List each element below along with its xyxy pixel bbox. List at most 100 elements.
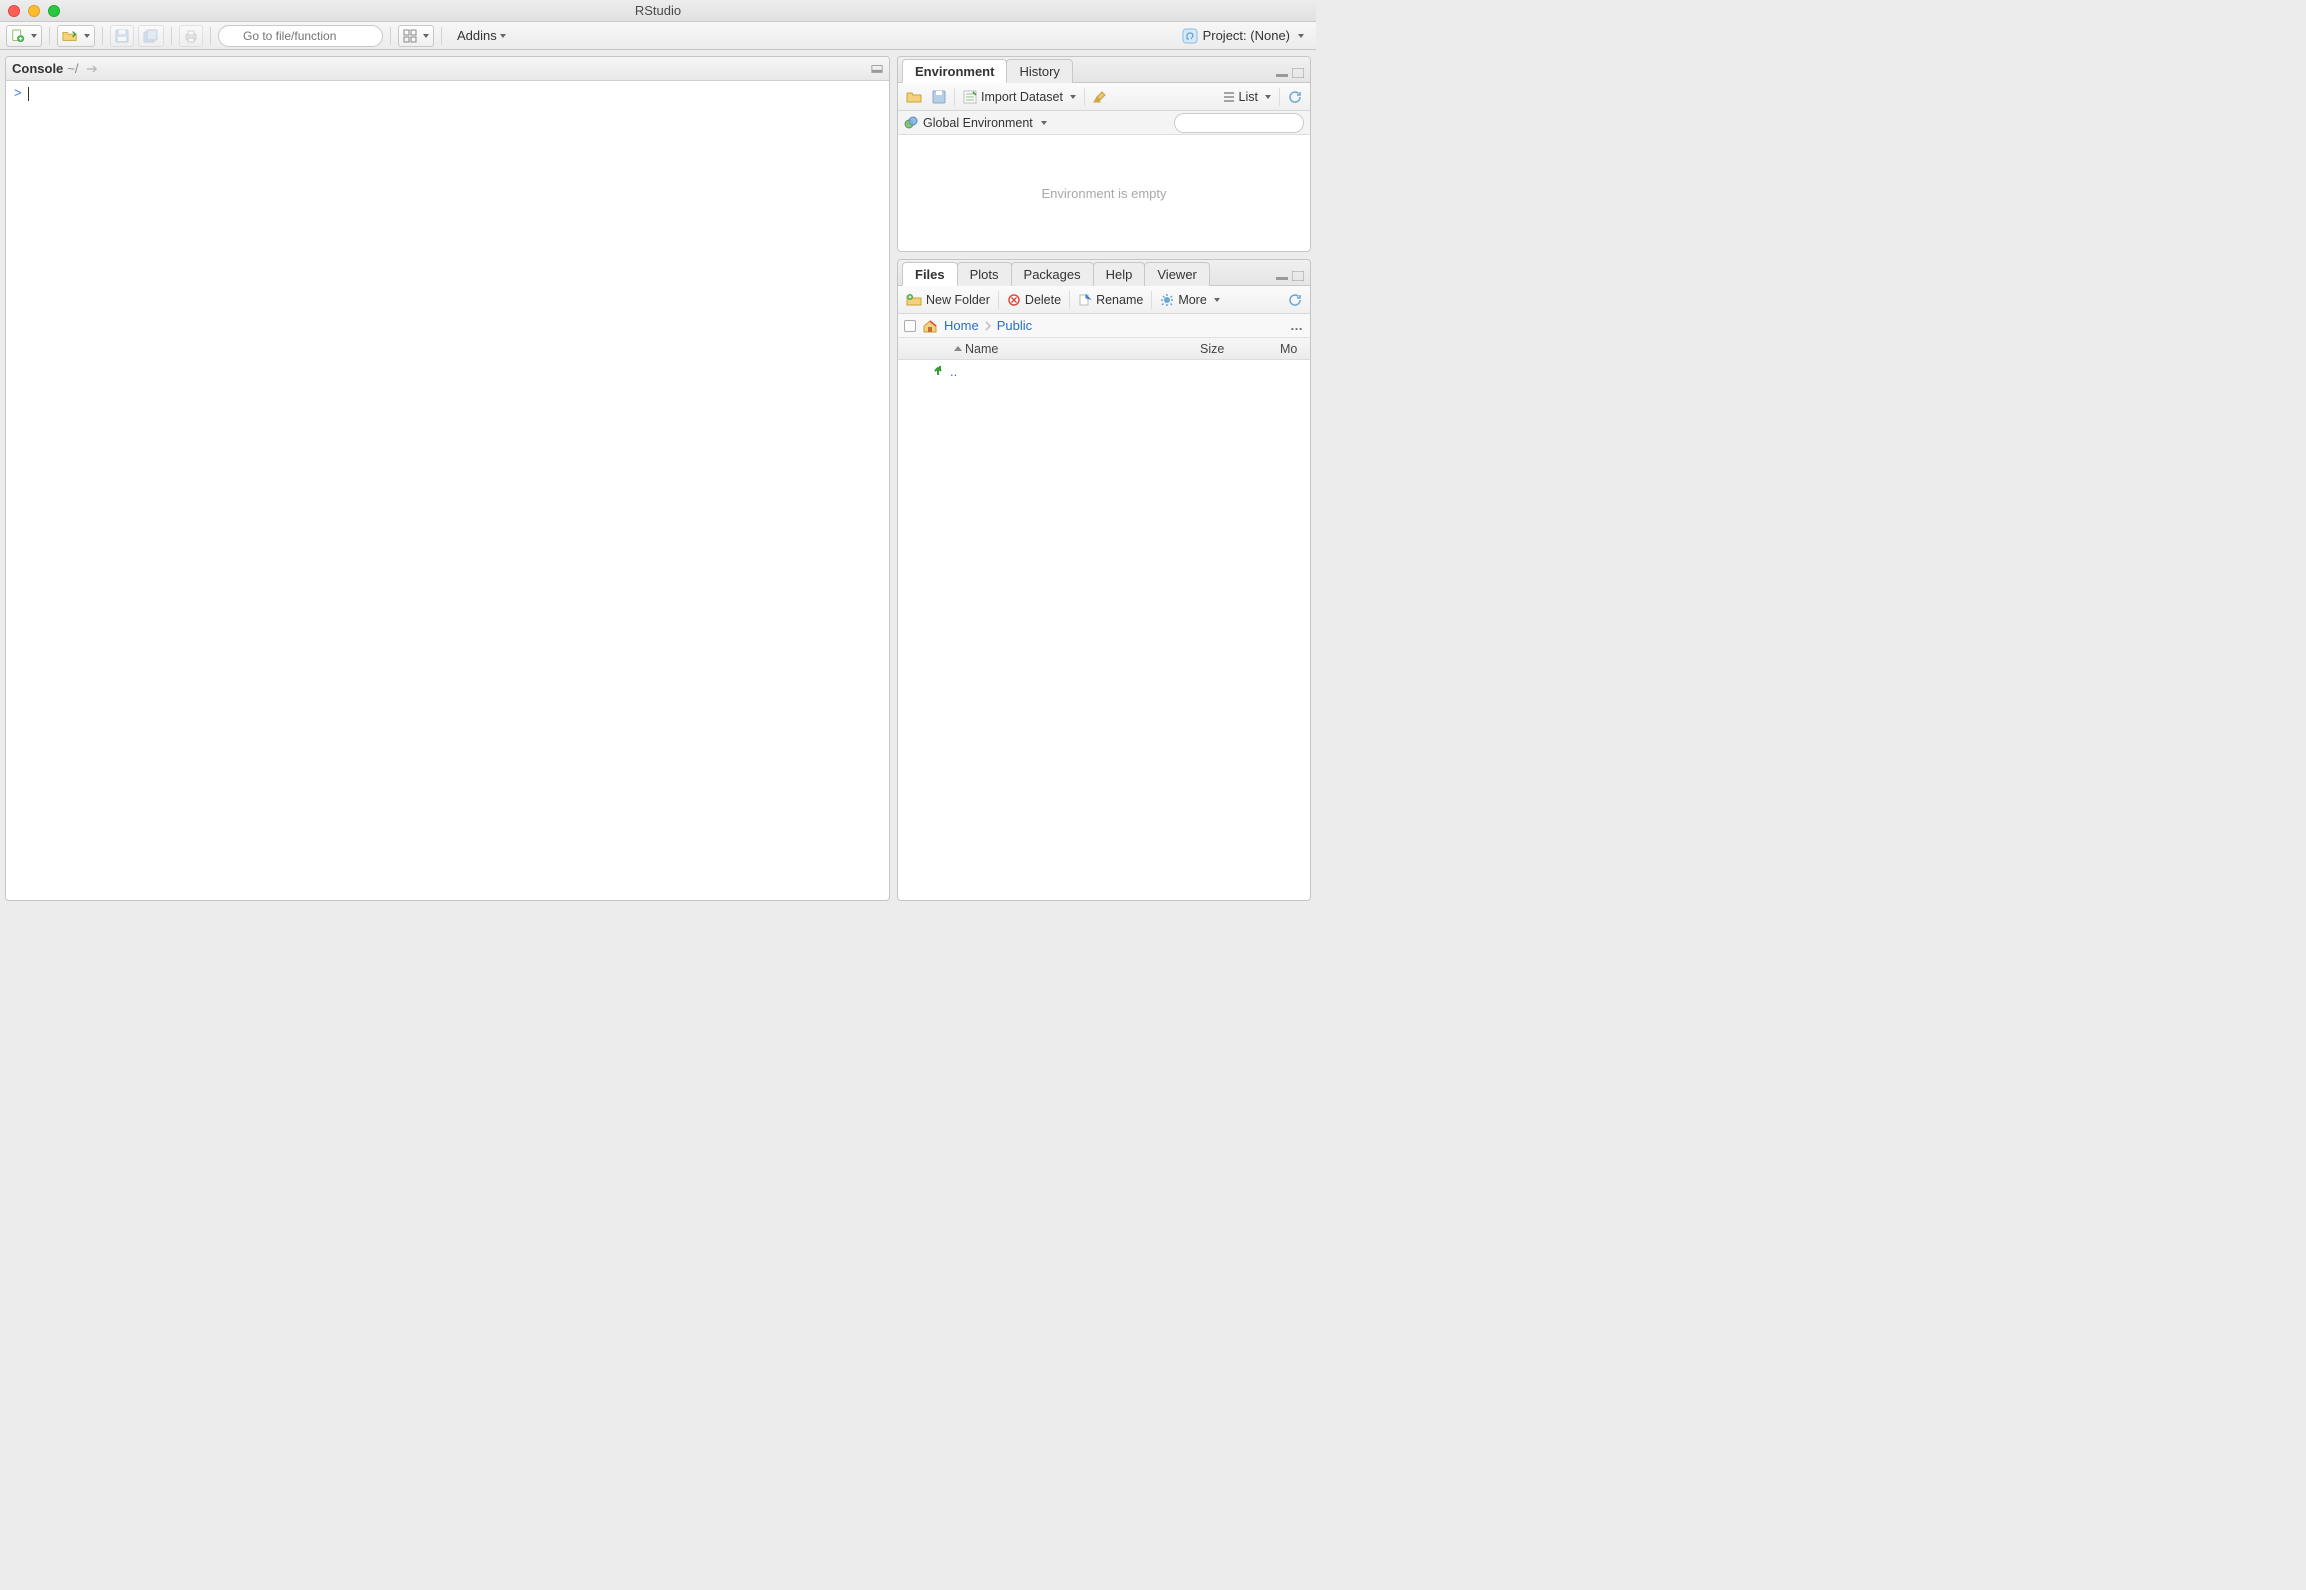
new-folder-button[interactable]: New Folder: [904, 290, 992, 310]
environment-pane: Environment History Import Dataset: [897, 56, 1311, 252]
open-file-button[interactable]: [57, 25, 95, 47]
env-search-input[interactable]: [1174, 113, 1304, 133]
tab-history[interactable]: History: [1006, 59, 1072, 83]
env-view-mode-button[interactable]: List: [1221, 87, 1273, 107]
console-pane: Console ~/ >: [5, 56, 890, 901]
delete-button[interactable]: Delete: [1005, 290, 1063, 310]
workspace-panes-button[interactable]: [398, 25, 434, 47]
refresh-icon: [1288, 90, 1302, 104]
open-folder-icon: [62, 29, 78, 43]
env-scope-button[interactable]: Global Environment: [904, 116, 1047, 130]
save-all-icon: [143, 29, 159, 43]
traffic-lights: [8, 5, 60, 17]
import-dataset-button[interactable]: Import Dataset: [961, 87, 1078, 107]
new-file-icon: [11, 29, 25, 43]
close-window-button[interactable]: [8, 5, 20, 17]
console-minimize-icon[interactable]: [871, 64, 883, 74]
tab-packages[interactable]: Packages: [1011, 262, 1094, 286]
import-icon: [963, 90, 977, 104]
new-file-button[interactable]: [6, 25, 42, 47]
workspace: Console ~/ > Environment History: [0, 50, 1316, 906]
parent-dir-label: ..: [950, 364, 957, 379]
load-workspace-button[interactable]: [904, 87, 924, 107]
right-column: Environment History Import Dataset: [897, 56, 1311, 901]
files-tabbar: Files Plots Packages Help Viewer: [898, 260, 1310, 286]
column-header-size[interactable]: Size: [1200, 342, 1280, 356]
env-search-wrap: [1174, 113, 1304, 133]
parent-directory-row[interactable]: ..: [898, 360, 1310, 382]
up-arrow-icon: [932, 365, 944, 377]
project-icon: [1182, 28, 1198, 44]
files-pane: Files Plots Packages Help Viewer New Fol…: [897, 259, 1311, 901]
env-empty-message: Environment is empty: [898, 135, 1310, 251]
addins-label: Addins: [457, 28, 497, 43]
column-header-name[interactable]: Name: [926, 342, 1200, 356]
delete-icon: [1007, 293, 1021, 307]
refresh-env-button[interactable]: [1286, 87, 1304, 107]
clear-workspace-button[interactable]: [1091, 87, 1109, 107]
tab-viewer[interactable]: Viewer: [1144, 262, 1210, 286]
view-script-icon[interactable]: [85, 63, 99, 75]
save-icon: [932, 90, 946, 104]
save-all-button[interactable]: [138, 25, 164, 47]
column-header-modified[interactable]: Mo: [1280, 342, 1310, 356]
files-breadcrumb: Home Public …: [898, 314, 1310, 338]
toolbar-separator: [390, 27, 391, 45]
breadcrumb-home[interactable]: Home: [944, 318, 979, 333]
rename-icon: [1078, 293, 1092, 307]
console-body[interactable]: >: [6, 81, 889, 900]
console-cursor: [28, 87, 29, 101]
toolbar-separator: [102, 27, 103, 45]
console-path: ~/: [67, 61, 78, 76]
toolbar-separator: [210, 27, 211, 45]
project-label: Project: (None): [1203, 28, 1290, 43]
print-icon: [184, 29, 198, 43]
env-maximize-icon[interactable]: [1292, 68, 1304, 78]
env-tabbar: Environment History: [898, 57, 1310, 83]
tab-files[interactable]: Files: [902, 262, 958, 286]
main-toolbar: Addins Project: (None): [0, 22, 1316, 50]
tab-plots[interactable]: Plots: [957, 262, 1012, 286]
minimize-window-button[interactable]: [28, 5, 40, 17]
breadcrumb-public[interactable]: Public: [997, 318, 1032, 333]
toolbar-separator: [441, 27, 442, 45]
broom-icon: [1093, 90, 1107, 104]
maximize-window-button[interactable]: [48, 5, 60, 17]
sort-ascending-icon: [954, 346, 962, 351]
console-header: Console ~/: [6, 57, 889, 81]
new-folder-icon: [906, 293, 922, 307]
files-minimize-icon[interactable]: [1276, 271, 1288, 281]
tab-help[interactable]: Help: [1093, 262, 1146, 286]
env-scope-bar: Global Environment: [898, 111, 1310, 135]
toolbar-separator: [171, 27, 172, 45]
rename-button[interactable]: Rename: [1076, 290, 1145, 310]
gear-icon: [1160, 293, 1174, 307]
files-toolbar: New Folder Delete Rename More: [898, 286, 1310, 314]
save-button[interactable]: [110, 25, 134, 47]
console-prompt: >: [14, 85, 22, 100]
refresh-icon: [1288, 293, 1302, 307]
breadcrumb-more-button[interactable]: …: [1290, 318, 1304, 333]
files-maximize-icon[interactable]: [1292, 271, 1304, 281]
titlebar: RStudio: [0, 0, 1316, 22]
toolbar-separator: [49, 27, 50, 45]
window-title: RStudio: [635, 3, 681, 18]
save-icon: [115, 29, 129, 43]
refresh-files-button[interactable]: [1286, 290, 1304, 310]
goto-file-input[interactable]: [218, 25, 383, 47]
goto-file-wrap: [218, 25, 383, 47]
project-menu-button[interactable]: Project: (None): [1176, 25, 1310, 47]
grid-icon: [403, 29, 417, 43]
left-column: Console ~/ >: [5, 56, 890, 901]
save-workspace-button[interactable]: [930, 87, 948, 107]
console-title: Console: [12, 61, 63, 76]
env-minimize-icon[interactable]: [1276, 68, 1288, 78]
files-column-header: Name Size Mo: [898, 338, 1310, 360]
home-icon[interactable]: [922, 319, 938, 333]
more-button[interactable]: More: [1158, 290, 1221, 310]
env-toolbar: Import Dataset List: [898, 83, 1310, 111]
select-all-checkbox[interactable]: [904, 320, 916, 332]
addins-button[interactable]: Addins: [449, 25, 514, 47]
tab-environment[interactable]: Environment: [902, 59, 1007, 83]
print-button[interactable]: [179, 25, 203, 47]
